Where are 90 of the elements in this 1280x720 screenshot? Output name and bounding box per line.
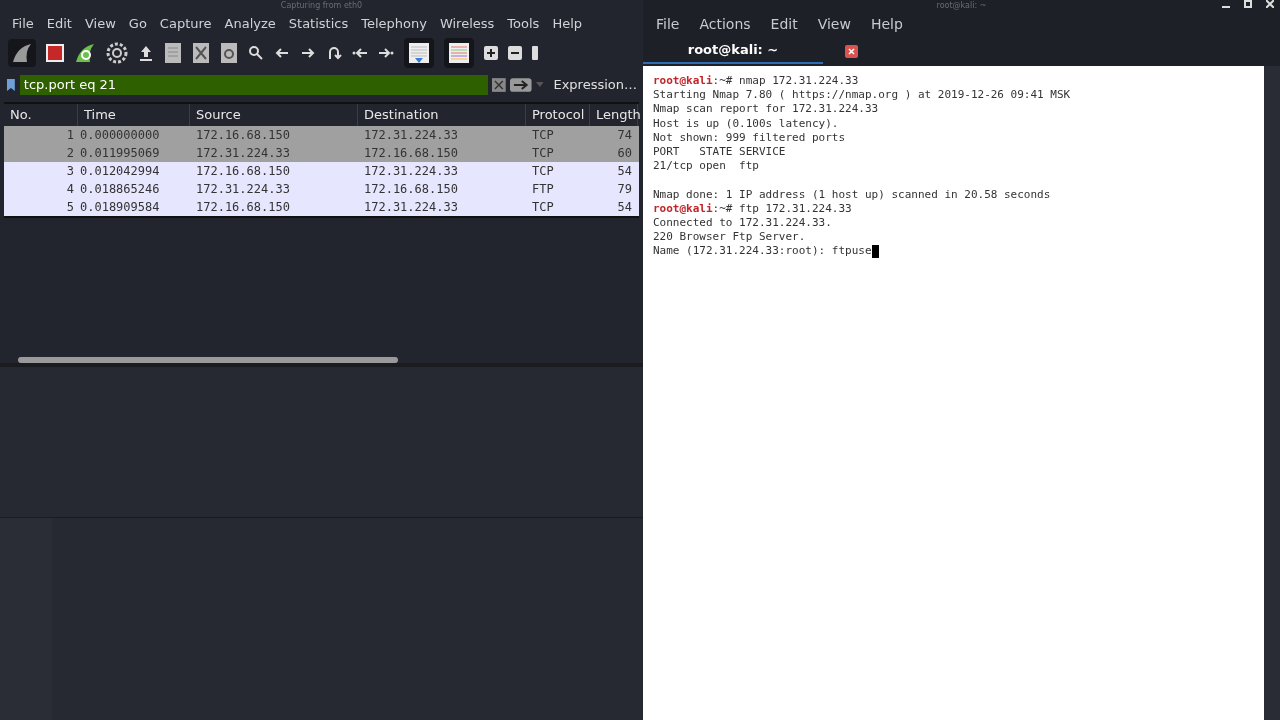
table-cell-text: 172.16.68.150 [363,145,459,162]
menu-item[interactable]: Help [870,13,903,35]
text-cursor [871,244,879,258]
menu-item[interactable]: File [656,13,680,35]
table-cell-text: 60 [616,145,633,162]
table-cell-text: 0.011995069 [79,145,161,162]
table-cell-text: 0.018909584 [79,199,161,216]
menu-item[interactable]: Help [552,14,582,34]
menu-item[interactable]: Actions [699,13,751,35]
menu-item[interactable]: View [817,13,851,35]
vertical-scrollbar[interactable] [1264,66,1280,720]
close-tab-icon[interactable] [845,45,858,58]
zoom-out-icon[interactable] [508,46,522,60]
settings-icon[interactable] [106,42,128,64]
table-cell-text: 172.31.224.33 [195,145,291,162]
output-line: Host is up (0.100s latency). [653,116,839,130]
table-cell-text: 3 [65,163,75,180]
menu-item[interactable]: Capture [159,14,212,34]
command-line: root@kali:~# ftp 172.31.224.33 [653,201,853,216]
jump-icon[interactable] [326,45,342,61]
table-cell-text: TCP [531,145,555,162]
output-line: Not shown: 999 filtered ports [653,130,846,144]
table-cell-text: 4 [65,181,75,198]
output-line: Starting Nmap 7.80 ( https://nmap.org ) at 2019-12-26 09:41 MSK [653,88,1071,102]
window-title: Capturing from eth0 [280,1,363,11]
colorize-icon[interactable] [444,38,474,68]
menu-item[interactable]: Analyze [224,14,276,34]
upload-icon[interactable] [138,44,154,62]
table-cell-text: 54 [616,199,633,216]
expression-button[interactable]: Expression… [553,75,637,95]
output-line: 21/tcp open ftp [653,159,759,173]
table-cell-text: 79 [616,181,633,198]
table-cell-text: 172.31.224.33 [363,199,459,216]
restart-icon[interactable] [74,43,96,63]
table-cell-text: TCP [531,163,555,180]
stop-icon[interactable] [46,44,64,62]
zoom-in-icon[interactable] [484,46,498,60]
menu-item[interactable]: Tools [507,14,540,34]
output-line: Nmap scan report for 172.31.224.33 [653,102,879,116]
packet-row[interactable]: 4 0.018865246 172.31.224.33 172.16.68.150 FTP 79 [4,180,639,198]
table-cell-text: 5 [65,199,75,216]
output-line: Nmap done: 1 IP address (1 host up) scanned in 20.58 seconds [653,187,1051,201]
menu-item[interactable]: File [12,14,34,34]
output-line: PORT STATE SERVICE [653,144,786,158]
output-line: 220 Browser Ftp Server. [653,230,806,244]
packet-row[interactable]: 2 0.011995069 172.31.224.33 172.16.68.150 TCP 60 [4,144,639,162]
table-cell-text: TCP [531,127,555,144]
apply-arrow-icon[interactable] [510,78,532,92]
display-filter-field[interactable]: tcp.port eq 21 [19,75,489,95]
table-cell-text: 54 [616,163,633,180]
input-line: Name (172.31.224.33:root): ftpuse [653,244,872,258]
table-cell-text: TCP [531,199,555,216]
table-cell-text: 172.16.68.150 [195,199,291,216]
menu-item[interactable]: Wireless [439,14,495,34]
menu-item[interactable]: View [84,14,116,34]
table-cell-text: 172.16.68.150 [363,181,459,198]
table-cell-text: 74 [616,127,633,144]
table-cell-text: 172.16.68.150 [195,127,291,144]
packet-row[interactable]: 1 0.000000000 172.16.68.150 172.31.224.33 TCP 74 [4,126,639,144]
table-cell-text: 0.018865246 [79,181,161,198]
menu-item[interactable]: Edit [46,14,72,34]
command-line: root@kali:~# nmap 172.31.224.33 [653,74,860,89]
clear-icon[interactable] [492,78,507,92]
close-file-icon[interactable] [192,42,210,64]
window-title: root@kali: ~ [936,1,987,11]
table-cell-text: FTP [531,181,555,198]
table-cell-text: 2 [65,145,75,162]
table-cell-text: 172.31.224.33 [363,163,459,180]
table-cell-text: 172.31.224.33 [363,127,459,144]
menu-item[interactable]: Edit [770,13,798,35]
menu-item[interactable]: Statistics [288,14,349,34]
maximize-icon[interactable] [1244,0,1252,8]
table-cell-text: 0.012042994 [79,163,161,180]
autoscroll-icon[interactable] [404,38,434,68]
menu-item[interactable]: Go [128,14,147,34]
file-icon[interactable] [164,42,182,64]
packet-row[interactable]: 3 0.012042994 172.16.68.150 172.31.224.33 TCP 54 [4,162,639,180]
search-icon[interactable] [248,45,264,61]
table-cell-text: 0.000000000 [79,127,161,144]
menu-item[interactable]: Telephony [361,14,427,34]
table-cell-text: 172.16.68.150 [195,163,291,180]
bookmark-icon[interactable] [6,78,16,92]
table-cell-text: 172.31.224.33 [195,181,291,198]
table-cell-text: 1 [65,127,75,144]
reload-file-icon[interactable] [220,42,238,64]
close-icon[interactable] [1266,0,1274,8]
output-line: Connected to 172.31.224.33. [653,215,832,229]
horizontal-scrollbar[interactable] [18,357,398,363]
shark-fin-icon[interactable] [8,39,36,67]
packet-row[interactable]: 5 0.018909584 172.16.68.150 172.31.224.33 TCP 54 [4,198,639,216]
